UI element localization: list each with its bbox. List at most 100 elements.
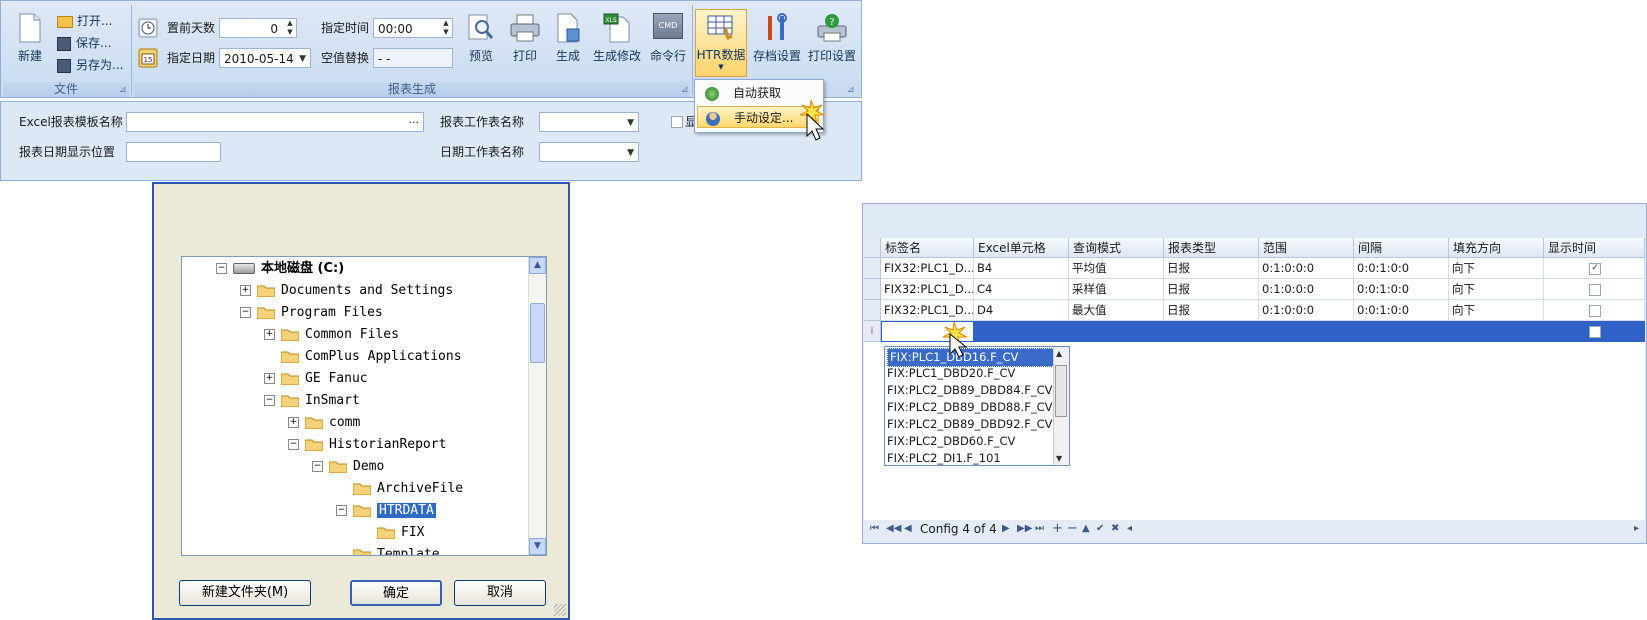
collapse-icon[interactable]: − <box>312 461 323 472</box>
tree-node-common-files[interactable]: + Common Files <box>264 325 399 345</box>
preview-button[interactable]: 预览 <box>463 13 499 64</box>
group-launcher-icon[interactable]: ⊿ <box>847 85 857 95</box>
show-checkbox[interactable] <box>671 116 683 128</box>
expand-icon[interactable]: + <box>264 373 275 384</box>
tree-node-archivefile[interactable]: ArchiveFile <box>336 479 463 499</box>
scroll-down-icon[interactable]: ▼ <box>529 538 546 555</box>
show-time-checkbox[interactable] <box>1589 326 1601 338</box>
collapse-icon[interactable]: − <box>216 263 227 274</box>
tree-node-demo[interactable]: − Demo <box>312 457 384 477</box>
scroll-down-icon[interactable]: ▼ <box>1056 454 1062 463</box>
tree-node-insmart[interactable]: − InSmart <box>264 391 360 411</box>
column-header-report-type[interactable]: 报表类型 <box>1164 238 1259 258</box>
show-time-checkbox[interactable] <box>1589 305 1601 317</box>
save-button[interactable]: 保存... <box>57 34 111 52</box>
collapse-icon[interactable]: − <box>264 395 275 406</box>
open-button[interactable]: 打开... <box>57 12 112 30</box>
tree-node-comm[interactable]: + comm <box>288 413 360 433</box>
tree-node-complus-applications[interactable]: ComPlus Applications <box>264 347 462 367</box>
list-item[interactable]: FIX:PLC1_DBD20.F_CV <box>887 365 1015 382</box>
scroll-right-icon[interactable]: ▸ <box>1634 523 1639 534</box>
cancel-record-icon[interactable]: ✖ <box>1111 523 1119 534</box>
cancel-button[interactable]: 取消 <box>454 580 546 606</box>
folder-icon <box>280 350 300 364</box>
column-header-tag[interactable]: 标签名 <box>881 238 974 258</box>
group-launcher-icon[interactable]: ⊿ <box>681 85 691 95</box>
delete-record-icon[interactable]: − <box>1067 521 1078 536</box>
generate-modify-button[interactable]: XLS 生成修改 <box>591 13 643 64</box>
list-item[interactable]: FIX:PLC2_DBD60.F_CV <box>887 433 1015 450</box>
list-scrollbar[interactable]: ▲ ▼ <box>1053 347 1069 465</box>
null-replace-input[interactable]: - - <box>373 48 453 68</box>
days-before-spinner[interactable]: 0 ▲ ▼ <box>219 18 297 38</box>
new-button[interactable]: 新建 <box>11 13 49 64</box>
htr-data-button[interactable]: HTR数据 ▼ <box>695 9 747 77</box>
save-record-icon[interactable]: ✔ <box>1096 523 1104 534</box>
ok-button[interactable]: 确定 <box>350 580 442 606</box>
command-line-button[interactable]: CMD 命令行 <box>647 13 689 64</box>
tree-node-program-files[interactable]: − Program Files <box>240 303 383 323</box>
folder-open-icon <box>304 438 324 452</box>
chevron-down-icon[interactable]: ▼ <box>299 49 306 69</box>
tree-node-htrdata[interactable]: − HTRDATA <box>336 501 436 521</box>
print-settings-button[interactable]: ? 打印设置 <box>805 13 859 64</box>
time-spinner[interactable]: 00:00 ▲ ▼ <box>373 18 453 38</box>
next-page-icon[interactable]: ▶▶ <box>1017 523 1032 534</box>
list-item[interactable]: FIX:PLC2_DI1.F_101 <box>887 450 1001 465</box>
group-launcher-icon[interactable]: ⊿ <box>119 85 129 95</box>
collapse-icon[interactable]: − <box>336 505 347 516</box>
scroll-up-icon[interactable]: ▲ <box>529 257 546 274</box>
list-item[interactable]: FIX:PLC2_DB89_DBD84.F_CV <box>887 382 1052 399</box>
list-item[interactable]: FIX:PLC2_DB89_DBD92.F_CV <box>887 416 1052 433</box>
date-sheet-select[interactable]: ▼ <box>539 142 639 162</box>
first-record-icon[interactable]: ⏮ <box>870 523 879 534</box>
next-record-icon[interactable]: ▶ <box>1002 523 1010 534</box>
new-folder-button[interactable]: 新建文件夹(M) <box>179 580 311 606</box>
expand-icon[interactable]: + <box>240 285 251 296</box>
folder-tree[interactable]: − 本地磁盘 (C:) + Documents and Settings − Prog… <box>181 256 547 556</box>
scroll-up-icon[interactable]: ▲ <box>1056 349 1062 358</box>
tree-node-local-disk[interactable]: − 本地磁盘 (C:) <box>216 259 344 279</box>
edit-record-icon[interactable]: ▲ <box>1082 523 1090 534</box>
expand-icon[interactable]: + <box>264 329 275 340</box>
print-button[interactable]: 打印 <box>507 13 543 64</box>
expand-icon[interactable]: + <box>288 417 299 428</box>
excel-template-input[interactable]: ··· <box>126 112 424 132</box>
tree-node-documents-and-settings[interactable]: + Documents and Settings <box>240 281 453 301</box>
spin-arrows-icon[interactable]: ▲ ▼ <box>284 19 296 37</box>
chevron-down-icon[interactable]: ▼ <box>627 143 634 163</box>
tree-node-fix[interactable]: FIX <box>360 523 424 543</box>
tree-scrollbar[interactable]: ▲ ▼ <box>528 257 546 555</box>
date-picker[interactable]: 2010-05-14 ▼ <box>219 48 311 68</box>
show-time-checkbox-checked[interactable]: ✓ <box>1589 263 1601 275</box>
date-position-input[interactable] <box>126 142 221 162</box>
scroll-thumb[interactable] <box>530 303 545 363</box>
collapse-icon[interactable]: − <box>240 307 251 318</box>
resize-grip[interactable] <box>554 604 566 616</box>
column-header-query-mode[interactable]: 查询模式 <box>1069 238 1164 258</box>
report-sheet-select[interactable]: ▼ <box>539 112 639 132</box>
column-header-range[interactable]: 范围 <box>1259 238 1354 258</box>
archive-settings-button[interactable]: 存档设置 <box>751 13 803 64</box>
scroll-left-icon[interactable]: ◂ <box>1127 523 1132 534</box>
column-header-interval[interactable]: 间隔 <box>1354 238 1449 258</box>
column-header-fill-direction[interactable]: 填充方向 <box>1449 238 1544 258</box>
column-header-excel-cell[interactable]: Excel单元格 <box>974 238 1069 258</box>
prev-record-icon[interactable]: ◀ <box>904 523 912 534</box>
collapse-icon[interactable]: − <box>288 439 299 450</box>
generate-button[interactable]: 生成 <box>551 13 585 64</box>
show-time-checkbox[interactable] <box>1589 284 1601 296</box>
save-as-button[interactable]: 另存为... <box>57 56 123 74</box>
list-item[interactable]: FIX:PLC2_DB89_DBD88.F_CV <box>887 399 1052 416</box>
scroll-thumb[interactable] <box>1055 365 1067 417</box>
column-header-show-time[interactable]: 显示时间 <box>1544 238 1645 258</box>
tree-node-template[interactable]: Template <box>336 545 440 555</box>
last-record-icon[interactable]: ⏭ <box>1035 523 1044 534</box>
spin-arrows-icon[interactable]: ▲ ▼ <box>440 19 452 37</box>
tree-node-historianreport[interactable]: − HistorianReport <box>288 435 446 455</box>
add-record-icon[interactable]: + <box>1052 521 1063 536</box>
browse-icon[interactable]: ··· <box>409 113 420 133</box>
tree-node-ge-fanuc[interactable]: + GE Fanuc <box>264 369 368 389</box>
chevron-down-icon[interactable]: ▼ <box>627 113 634 133</box>
prev-page-icon[interactable]: ◀◀ <box>886 523 901 534</box>
